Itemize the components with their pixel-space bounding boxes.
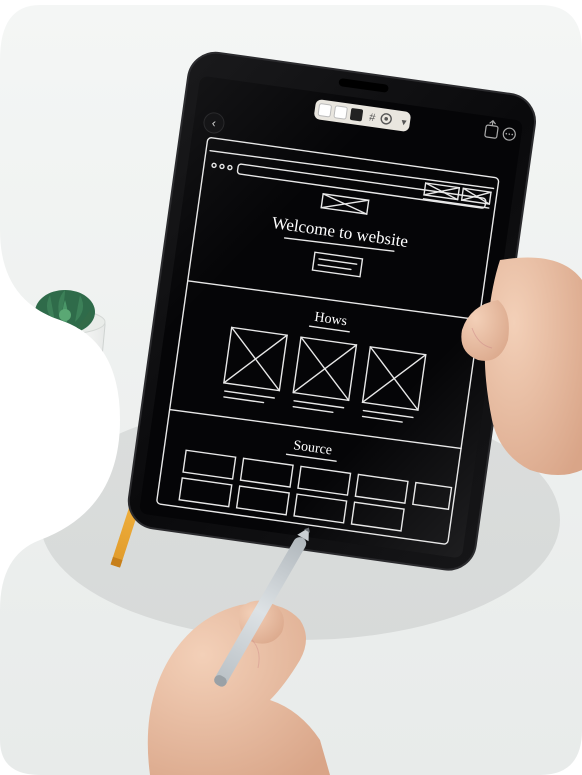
scene-svg: ‹ # ▾ — [0, 0, 582, 775]
succulent-plant — [35, 290, 95, 334]
pot-shadow — [15, 385, 115, 425]
plant-pot — [25, 290, 105, 415]
square-icon[interactable] — [318, 103, 332, 117]
theme-toggle-icon[interactable] — [350, 108, 364, 122]
square-icon[interactable] — [334, 106, 348, 120]
photo-scene: ‹ # ▾ — [0, 0, 582, 775]
